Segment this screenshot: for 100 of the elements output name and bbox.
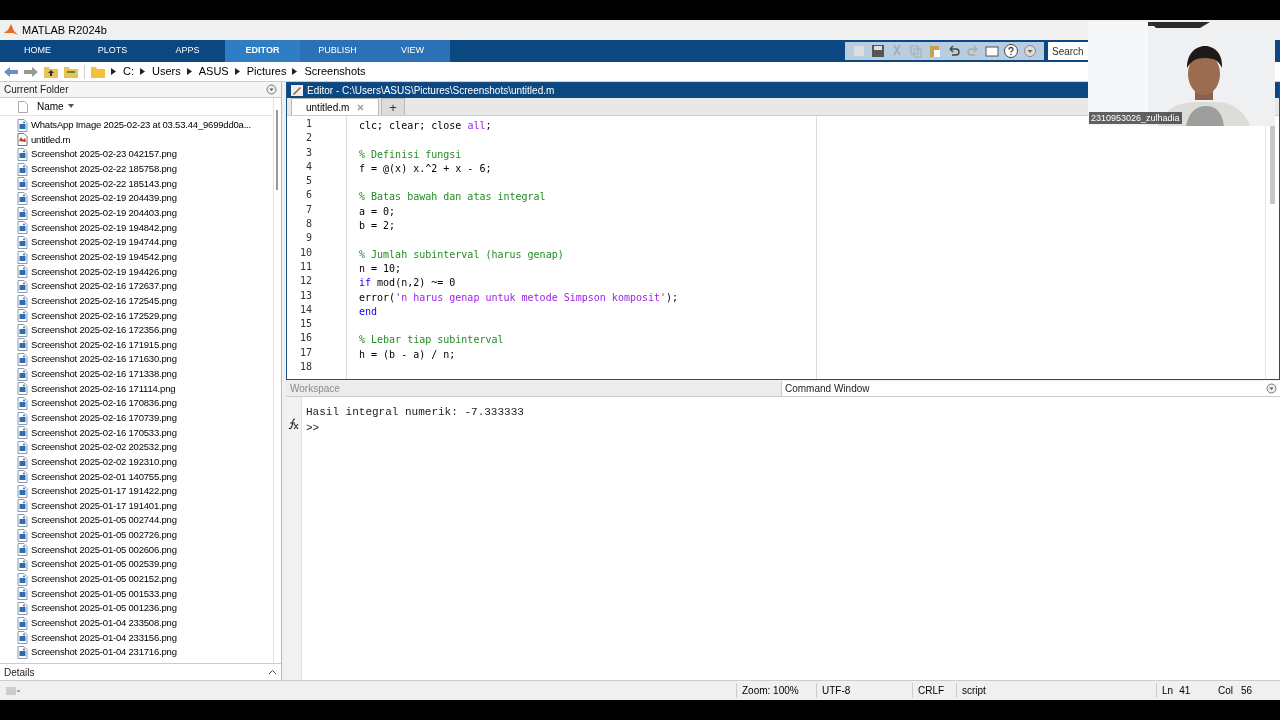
image-file-icon (17, 411, 28, 425)
file-item[interactable]: Screenshot 2025-02-16 170739.png (0, 410, 273, 426)
matlab-logo-icon (4, 24, 18, 36)
participant-name: 2310953026_zulhadia (1089, 112, 1182, 124)
up-folder-icon[interactable] (44, 65, 58, 78)
save-icon[interactable] (870, 43, 886, 59)
image-file-icon (17, 397, 28, 410)
file-item[interactable]: Screenshot 2025-02-01 140755.png (0, 469, 273, 484)
file-item[interactable]: Screenshot 2025-01-05 002744.png (0, 513, 273, 528)
close-icon[interactable] (357, 103, 364, 111)
breadcrumb-item[interactable]: Users (152, 63, 181, 80)
panel-menu-icon[interactable] (266, 84, 277, 95)
file-item[interactable]: Screenshot 2025-02-22 185758.png (0, 161, 273, 177)
file-item[interactable]: Screenshot 2025-02-23 042157.png (0, 147, 273, 162)
image-file-icon (17, 470, 28, 484)
file-item[interactable]: Screenshot 2025-02-22 185143.png (0, 176, 273, 192)
ribbon-tab[interactable]: PUBLISH (300, 40, 375, 62)
file-item[interactable]: Screenshot 2025-01-04 231716.png (0, 645, 273, 660)
function-icon[interactable] (287, 418, 300, 430)
window-title: MATLAB R2024b (22, 22, 107, 38)
ribbon-tab[interactable]: VIEW (375, 40, 450, 62)
forward-arrow-icon[interactable] (24, 65, 38, 78)
breadcrumb-item[interactable]: C: (123, 63, 134, 80)
ribbon-tab[interactable]: EDITOR (225, 40, 300, 62)
file-item[interactable]: Screenshot 2025-02-16 172637.png (0, 279, 273, 294)
file-item[interactable]: Screenshot 2025-01-05 001533.png (0, 586, 273, 602)
file-item[interactable]: Screenshot 2025-02-16 172529.png (0, 308, 273, 323)
breadcrumb-item[interactable]: Screenshots (304, 63, 366, 80)
file-item[interactable]: Screenshot 2025-02-19 194542.png (0, 249, 273, 265)
file-item[interactable]: Screenshot 2025-02-16 171114.png (0, 381, 273, 397)
caret-right-icon (234, 68, 241, 75)
search-field[interactable]: Search (1048, 42, 1088, 60)
file-item[interactable]: WhatsApp Image 2025-02-23 at 03.53.44_9699dd0a... (0, 118, 273, 133)
panel-menu-icon[interactable] (1266, 383, 1277, 394)
command-prompt[interactable]: >> (306, 420, 524, 436)
code-line: end (359, 305, 378, 317)
add-tab-button[interactable]: + (381, 98, 405, 115)
file-item[interactable]: Screenshot 2025-02-16 170836.png (0, 396, 273, 411)
file-item[interactable]: untitled.m (0, 132, 273, 148)
caret-down-icon (67, 103, 74, 110)
code-line: if mod(n,2) ~= 0 (359, 277, 456, 289)
file-item[interactable]: Screenshot 2025-01-04 233508.png (0, 615, 273, 631)
line-label: Ln (1162, 684, 1174, 698)
file-item[interactable]: Screenshot 2025-02-19 204439.png (0, 191, 273, 206)
image-file-icon (17, 265, 28, 279)
scrollbar-thumb[interactable] (276, 110, 278, 190)
file-item[interactable]: Screenshot 2025-02-16 172545.png (0, 293, 273, 309)
breadcrumb-item[interactable]: ASUS (198, 63, 229, 80)
folder-icon (91, 65, 105, 78)
file-item[interactable]: Screenshot 2025-02-19 194426.png (0, 264, 273, 280)
image-file-icon (17, 616, 28, 630)
image-file-icon (17, 192, 28, 205)
line-number: 10 (298, 245, 313, 260)
command-output: Hasil integral numerik: -7.333333 (306, 405, 524, 420)
file-item[interactable]: Screenshot 2025-01-05 002152.png (0, 571, 273, 587)
file-item[interactable]: Screenshot 2025-02-19 204403.png (0, 205, 273, 221)
file-item[interactable]: Screenshot 2025-02-16 172356.png (0, 322, 273, 338)
file-item[interactable]: Screenshot 2025-01-17 191422.png (0, 484, 273, 499)
collapse-icon[interactable] (268, 669, 277, 675)
file-item[interactable]: Screenshot 2025-01-05 002606.png (0, 542, 273, 558)
browse-folder-icon[interactable] (64, 65, 78, 78)
code-line: % Batas bawah dan atas integral (359, 191, 546, 203)
breadcrumb-item[interactable]: Pictures (246, 63, 287, 80)
line-number: 8 (304, 217, 313, 232)
line-number: 4 (304, 159, 313, 174)
file-item[interactable]: Screenshot 2025-02-16 170533.png (0, 425, 273, 441)
image-file-icon (17, 455, 28, 469)
file-item[interactable]: Screenshot 2025-01-04 233156.png (0, 630, 273, 646)
dropdown-icon[interactable] (1022, 43, 1038, 59)
back-arrow-icon[interactable] (4, 65, 18, 78)
code-line: f = @(x) x.^2 + x - 6; (359, 162, 492, 174)
panel-title: Current Folder (4, 83, 69, 97)
scrollbar-thumb[interactable] (1270, 126, 1275, 204)
image-file-icon (17, 528, 28, 542)
file-item[interactable]: Screenshot 2025-02-16 171915.png (0, 337, 273, 353)
line-number: 5 (304, 174, 313, 189)
code-line: b = 2; (359, 220, 396, 232)
file-item[interactable]: Screenshot 2025-01-05 001236.png (0, 601, 273, 616)
file-item[interactable]: Screenshot 2025-01-05 002726.png (0, 527, 273, 543)
caret-right-icon (292, 68, 299, 75)
file-item[interactable]: Screenshot 2025-01-17 191401.png (0, 498, 273, 514)
image-file-icon (17, 235, 28, 249)
file-item[interactable]: Screenshot 2025-02-19 194842.png (0, 220, 273, 236)
file-item[interactable]: Screenshot 2025-01-05 002539.png (0, 557, 273, 572)
file-item[interactable]: Screenshot 2025-02-19 194744.png (0, 235, 273, 250)
name-column-header[interactable]: Name (37, 99, 64, 114)
file-item[interactable]: Screenshot 2025-02-16 171630.png (0, 352, 273, 367)
file-item[interactable]: Screenshot 2025-02-02 192310.png (0, 454, 273, 470)
help-icon[interactable] (1003, 43, 1019, 59)
line-value: 41 (1179, 684, 1191, 698)
file-tab[interactable]: untitled.m (291, 98, 379, 115)
line-number: 1 (304, 117, 313, 131)
image-file-icon (17, 177, 28, 191)
image-file-icon (17, 148, 28, 162)
file-item[interactable]: Screenshot 2025-02-02 202532.png (0, 440, 273, 455)
status-grip-icon (6, 686, 20, 695)
column-value: 56 (1241, 684, 1253, 698)
file-item[interactable]: Screenshot 2025-02-16 171338.png (0, 366, 273, 382)
image-file-icon (17, 353, 28, 367)
image-file-icon (17, 118, 28, 132)
